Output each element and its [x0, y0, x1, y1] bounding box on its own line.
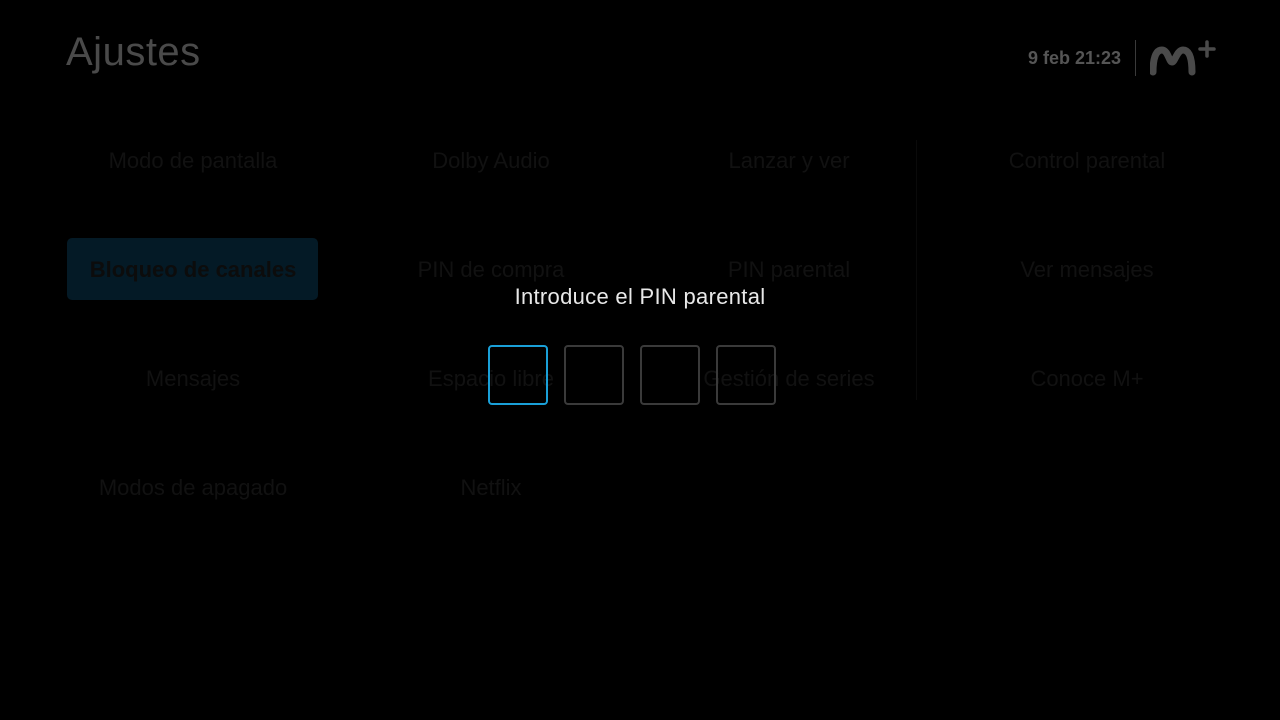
pin-digit-3[interactable]: [640, 345, 700, 405]
pin-digit-1[interactable]: [488, 345, 548, 405]
pin-input-group: [488, 345, 778, 405]
pin-dialog-title: Introduce el PIN parental: [514, 284, 766, 309]
settings-screen: Ajustes 9 feb 21:23 Modo de pantalla Dol…: [0, 0, 1280, 720]
pin-digit-4[interactable]: [716, 345, 776, 405]
pin-digit-2[interactable]: [564, 345, 624, 405]
